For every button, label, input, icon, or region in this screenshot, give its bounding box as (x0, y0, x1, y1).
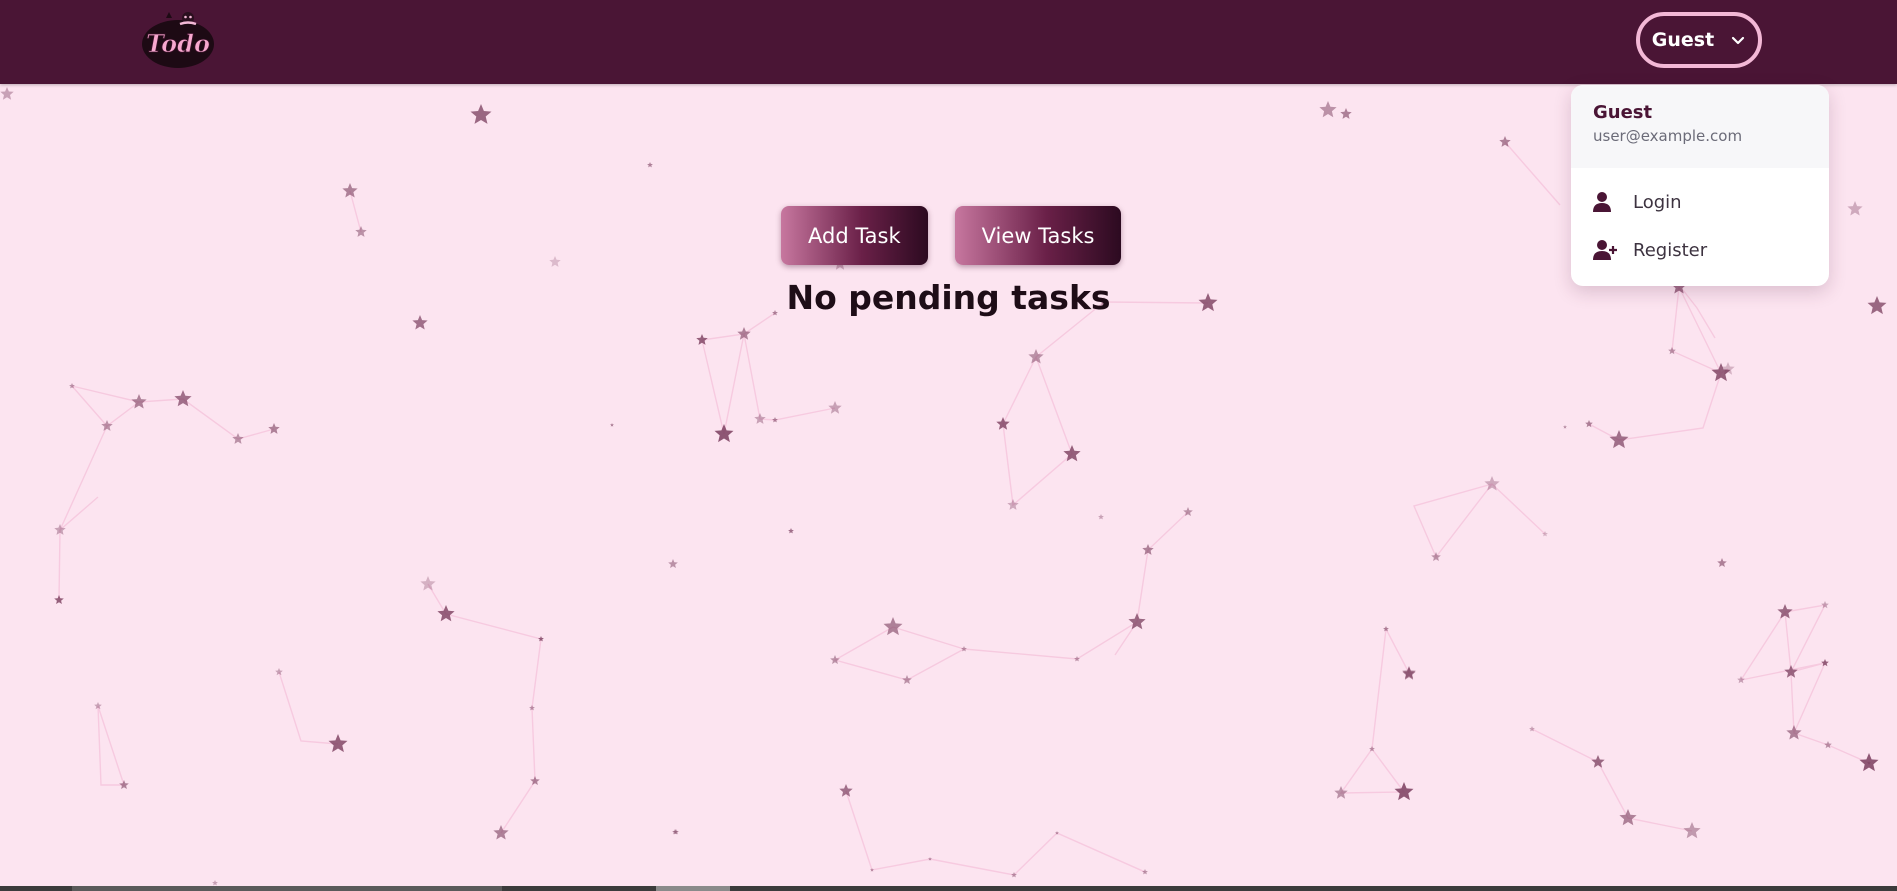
star-icon (1609, 430, 1629, 449)
star-icon (883, 617, 903, 636)
todo-logo-icon: Todo (142, 12, 214, 68)
constellation-line (97, 705, 125, 786)
star-icon (828, 401, 842, 414)
app-root: Todo Guest Add Task View Tasks No pendin… (0, 0, 1897, 891)
star-icon (1098, 514, 1104, 520)
star-icon (1142, 869, 1148, 875)
star-icon (737, 327, 751, 340)
star-icon (54, 595, 64, 604)
user-dropdown-menu: Guest user@example.com Login Register (1571, 85, 1829, 286)
star-icon (668, 559, 678, 568)
constellation-line (58, 425, 108, 601)
star-icon (610, 423, 614, 427)
star-icon (342, 183, 358, 198)
star-icon (1319, 101, 1337, 118)
constellation-line (349, 190, 362, 233)
star-icon (1028, 349, 1044, 364)
star-icon (212, 880, 218, 886)
star-icon (232, 433, 244, 444)
star-icon (714, 424, 734, 443)
star-icon (647, 162, 653, 168)
constellation-line (1784, 604, 1827, 674)
task-actions: Add Task View Tasks (781, 206, 1122, 265)
star-icon (1717, 558, 1727, 567)
star-icon (549, 256, 561, 267)
user-info: Guest user@example.com (1571, 85, 1829, 168)
constellation-line (1504, 141, 1561, 206)
star-icon (788, 528, 794, 534)
star-icon (1591, 755, 1605, 768)
chevron-down-icon (1732, 36, 1745, 45)
star-icon (1340, 108, 1352, 119)
star-icon (119, 780, 129, 789)
star-icon (1786, 725, 1802, 740)
constellation-line (701, 312, 776, 341)
star-icon (902, 675, 912, 684)
constellation-line (1740, 609, 1870, 764)
svg-text:Todo: Todo (146, 29, 210, 58)
star-icon (1683, 822, 1701, 839)
todo-logo[interactable]: Todo (140, 10, 216, 72)
menu-item-label: Register (1633, 239, 1708, 261)
star-icon (696, 334, 708, 345)
star-icon (830, 655, 840, 664)
user-menu-label: Guest (1651, 29, 1715, 51)
star-icon (1334, 786, 1348, 799)
star-icon (420, 576, 436, 591)
star-icon (839, 784, 853, 797)
star-icon (1563, 425, 1567, 429)
constellation-line (833, 626, 966, 681)
constellation-line (1740, 662, 1827, 734)
constellation-line (278, 671, 339, 745)
menu-item-login[interactable]: Login (1571, 178, 1829, 226)
top-navbar: Todo Guest (0, 0, 1897, 84)
constellation-line (963, 621, 1138, 660)
constellation-line (71, 385, 141, 427)
star-icon (1074, 656, 1080, 662)
user-email: user@example.com (1593, 127, 1743, 145)
star-icon (1668, 347, 1676, 355)
star-icon (1619, 809, 1637, 826)
star-icon (1821, 659, 1829, 667)
view-tasks-button[interactable]: View Tasks (954, 206, 1122, 265)
constellation-line (1413, 483, 1546, 559)
star-icon (1402, 667, 1416, 680)
star-icon (493, 825, 509, 840)
star-icon (268, 423, 280, 434)
constellation-line (701, 333, 836, 435)
star-icon (470, 104, 492, 124)
user-name: Guest (1593, 102, 1653, 123)
user-icon (1593, 192, 1611, 212)
star-icon (928, 857, 932, 861)
star-icon (412, 315, 428, 330)
add-task-button[interactable]: Add Task (781, 206, 928, 265)
constellation-line (1002, 301, 1105, 507)
menu-item-register[interactable]: Register (1571, 226, 1829, 274)
star-icon (355, 226, 367, 237)
star-icon (437, 605, 455, 622)
star-icon (1821, 601, 1829, 609)
star-icon (1824, 741, 1832, 749)
menu-item-label: Login (1633, 191, 1682, 213)
constellation-line (138, 398, 275, 440)
star-icon (1499, 136, 1511, 147)
constellation-line (1147, 511, 1189, 551)
constellation-line (1114, 549, 1149, 656)
star-icon (0, 87, 14, 100)
constellation-line (845, 790, 1146, 876)
constellation-line (1339, 626, 1410, 794)
star-icon (870, 868, 874, 872)
window-bottom-bar (0, 886, 1897, 891)
star-icon (530, 776, 540, 785)
star-icon (1128, 613, 1146, 630)
user-plus-icon (1593, 240, 1617, 260)
star-icon (1394, 782, 1414, 801)
star-icon (754, 413, 766, 424)
user-menu-button[interactable]: Guest (1636, 12, 1762, 68)
star-icon (772, 417, 778, 423)
constellation-line (1531, 728, 1693, 832)
star-icon (328, 734, 348, 753)
star-icon (1847, 201, 1863, 216)
constellation-line (427, 583, 542, 834)
